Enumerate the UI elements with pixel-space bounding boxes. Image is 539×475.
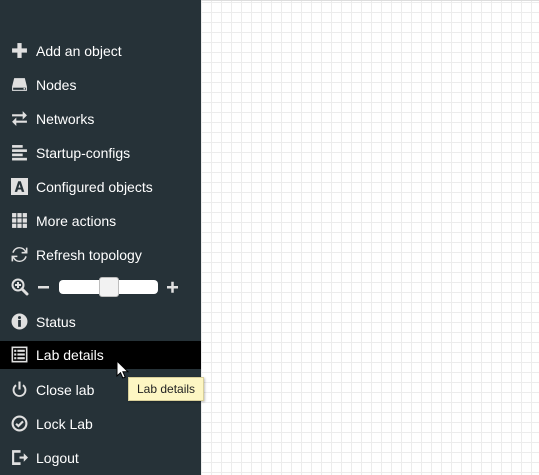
- sidebar-item-more-actions[interactable]: More actions: [0, 207, 201, 235]
- zoom-out-icon[interactable]: [37, 278, 51, 296]
- sidebar-item-refresh-topology[interactable]: Refresh topology: [0, 241, 201, 269]
- topology-canvas[interactable]: [201, 0, 539, 475]
- mouse-cursor-icon: [116, 360, 130, 379]
- sidebar-item-label: Logout: [36, 450, 79, 466]
- sidebar-item-nodes[interactable]: Nodes: [0, 71, 201, 99]
- hdd-icon: [11, 76, 28, 93]
- list-alt-icon: [11, 346, 28, 363]
- sidebar-item-lock-lab[interactable]: Lock Lab: [0, 410, 201, 438]
- sidebar-item-label: Configured objects: [36, 179, 153, 195]
- zoom-in-icon[interactable]: [11, 278, 29, 296]
- refresh-icon: [11, 246, 28, 263]
- logout-icon: [11, 449, 28, 466]
- zoom-plus-icon[interactable]: [166, 278, 180, 296]
- tooltip: Lab details: [128, 377, 205, 401]
- sidebar-item-status[interactable]: Status: [0, 308, 201, 336]
- sidebar-item-add-object[interactable]: Add an object: [0, 37, 201, 65]
- transfer-icon: [11, 110, 28, 127]
- sidebar-item-label: Refresh topology: [36, 247, 142, 263]
- th-icon: [11, 212, 28, 229]
- sidebar-item-label: Networks: [36, 111, 95, 127]
- sidebar-item-label: Status: [36, 314, 76, 330]
- sidebar-item-configured-objects[interactable]: Configured objects: [0, 173, 201, 201]
- ok-circle-icon: [11, 415, 28, 432]
- sidebar-item-label: Lab details: [36, 347, 104, 363]
- zoom-slider-handle[interactable]: [98, 277, 119, 297]
- sidebar-item-label: Add an object: [36, 43, 122, 59]
- power-icon: [11, 381, 28, 398]
- sidebar-item-startup-configs[interactable]: Startup-configs: [0, 139, 201, 167]
- align-left-icon: [11, 144, 28, 161]
- sidebar-item-label: Startup-configs: [36, 145, 131, 161]
- sidebar: Add an object Nodes Networks Startup-con…: [0, 0, 201, 475]
- plus-icon: [11, 42, 28, 59]
- font-icon: [11, 178, 28, 195]
- zoom-control: [0, 275, 201, 299]
- sidebar-item-logout[interactable]: Logout: [0, 444, 201, 472]
- sidebar-item-networks[interactable]: Networks: [0, 105, 201, 133]
- sidebar-item-lab-details[interactable]: Lab details: [0, 341, 201, 369]
- sidebar-item-label: Lock Lab: [36, 416, 93, 432]
- sidebar-item-label: Nodes: [36, 77, 77, 93]
- sidebar-item-label: Close lab: [36, 382, 95, 398]
- info-icon: [11, 313, 28, 330]
- sidebar-item-label: More actions: [36, 213, 117, 229]
